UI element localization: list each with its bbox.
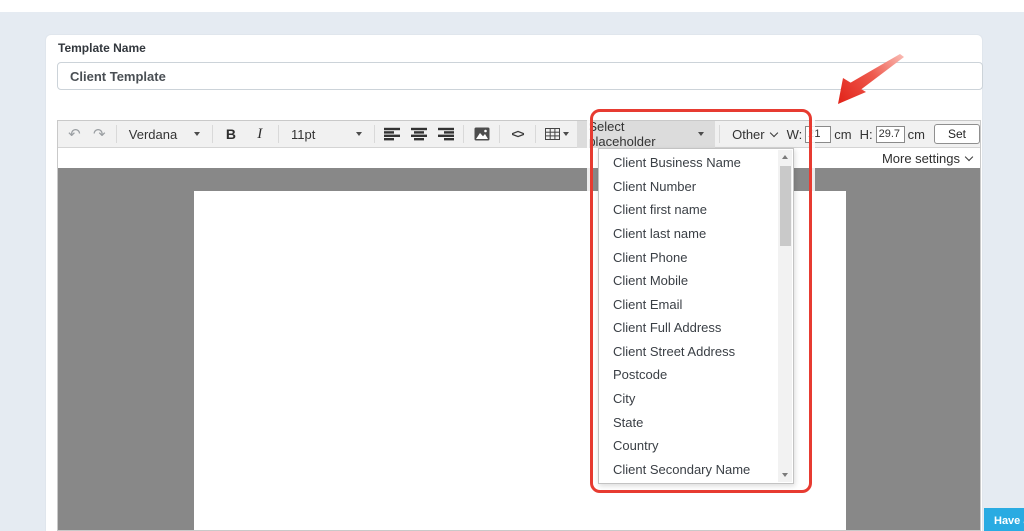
- align-left-button[interactable]: [379, 121, 406, 148]
- redo-button[interactable]: ↷: [87, 121, 112, 148]
- toolbar-separator: [499, 125, 501, 143]
- chevron-down-icon: [769, 128, 778, 137]
- toolbar-separator: [534, 125, 536, 143]
- chevron-down-icon: [563, 132, 570, 136]
- toolbar-separator: [373, 125, 375, 143]
- template-name-label: Template Name: [58, 41, 146, 55]
- font-size-value: 11pt: [291, 126, 316, 142]
- dropdown-item[interactable]: Client Secondary Name: [599, 458, 777, 482]
- select-placeholder-button[interactable]: Select placeholder: [577, 119, 716, 149]
- code-icon: <>: [511, 127, 524, 141]
- align-center-button[interactable]: [406, 121, 433, 148]
- align-right-icon: [437, 127, 454, 141]
- dropdown-item[interactable]: Client first name: [599, 198, 777, 222]
- font-family-value: Verdana: [128, 126, 178, 142]
- align-center-icon: [411, 127, 428, 141]
- toolbar-separator: [463, 125, 465, 143]
- width-unit: cm: [834, 126, 852, 142]
- scroll-up-button[interactable]: [778, 150, 792, 164]
- editor-toolbar: ↶ ↷ Verdana B I 11pt <> Select placehold…: [58, 119, 980, 149]
- dropdown-item[interactable]: Client last name: [599, 222, 777, 246]
- toolbar-separator: [719, 125, 721, 143]
- italic-button[interactable]: I: [245, 121, 274, 148]
- dropdown-item[interactable]: Client Email: [599, 292, 777, 316]
- more-settings-button[interactable]: More settings: [58, 148, 980, 168]
- undo-icon: ↶: [68, 126, 81, 143]
- table-icon: [545, 128, 561, 140]
- dropdown-item[interactable]: Postcode: [599, 363, 777, 387]
- height-input[interactable]: [875, 125, 905, 143]
- dropdown-item[interactable]: Client Number: [599, 175, 777, 199]
- font-family-select[interactable]: Verdana: [121, 121, 208, 148]
- select-placeholder-label: Select placeholder: [588, 119, 656, 149]
- scroll-down-icon: [782, 473, 788, 477]
- placeholder-dropdown-list: Client Business Name Client Number Client …: [599, 151, 777, 481]
- table-button[interactable]: [540, 121, 574, 148]
- scroll-down-button[interactable]: [778, 468, 792, 482]
- align-left-icon: [384, 127, 401, 141]
- dropdown-scrollbar[interactable]: [778, 150, 792, 482]
- redo-icon: ↷: [93, 126, 106, 143]
- rich-text-editor: ↶ ↷ Verdana B I 11pt <> Select placehold…: [57, 119, 981, 531]
- other-select[interactable]: Other: [724, 121, 785, 148]
- height-label: H:: [859, 126, 873, 142]
- align-right-button[interactable]: [432, 121, 459, 148]
- top-white-strip: [0, 0, 1024, 12]
- dropdown-item[interactable]: State: [599, 410, 777, 434]
- toolbar-separator: [115, 125, 117, 143]
- bold-button[interactable]: B: [217, 121, 246, 148]
- undo-button[interactable]: ↶: [62, 121, 87, 148]
- template-name-input[interactable]: [57, 62, 983, 90]
- dropdown-item[interactable]: Client Mobile: [599, 269, 777, 293]
- width-label: W:: [786, 126, 803, 142]
- page-size-controls: W: cm H: cm: [786, 125, 925, 143]
- width-input[interactable]: [805, 125, 832, 143]
- chevron-down-icon: [698, 132, 705, 136]
- toolbar-separator: [211, 125, 213, 143]
- toolbar-separator: [278, 125, 280, 143]
- dropdown-item[interactable]: Client Business Name: [599, 151, 777, 175]
- placeholder-dropdown: Client Business Name Client Number Client …: [598, 148, 794, 484]
- dropdown-item[interactable]: Client Full Address: [599, 316, 777, 340]
- font-size-select[interactable]: 11pt: [283, 121, 370, 148]
- chevron-down-icon: [355, 132, 362, 136]
- dropdown-item[interactable]: City: [599, 387, 777, 411]
- image-icon: [474, 127, 490, 141]
- help-button[interactable]: Have a q: [984, 508, 1024, 531]
- height-unit: cm: [907, 126, 925, 142]
- scrollbar-thumb[interactable]: [779, 166, 791, 246]
- dropdown-item[interactable]: Country: [599, 434, 777, 458]
- insert-image-button[interactable]: [468, 121, 495, 148]
- dropdown-item[interactable]: Client Phone: [599, 245, 777, 269]
- editor-canvas[interactable]: [58, 168, 980, 530]
- scroll-up-icon: [782, 155, 788, 159]
- more-settings-label: More settings: [881, 150, 960, 166]
- set-button[interactable]: Set: [933, 124, 980, 144]
- chevron-down-icon: [193, 132, 200, 136]
- other-label: Other: [732, 126, 765, 142]
- chevron-down-icon: [964, 152, 974, 161]
- dropdown-item[interactable]: Client Street Address: [599, 340, 777, 364]
- source-code-button[interactable]: <>: [504, 121, 531, 148]
